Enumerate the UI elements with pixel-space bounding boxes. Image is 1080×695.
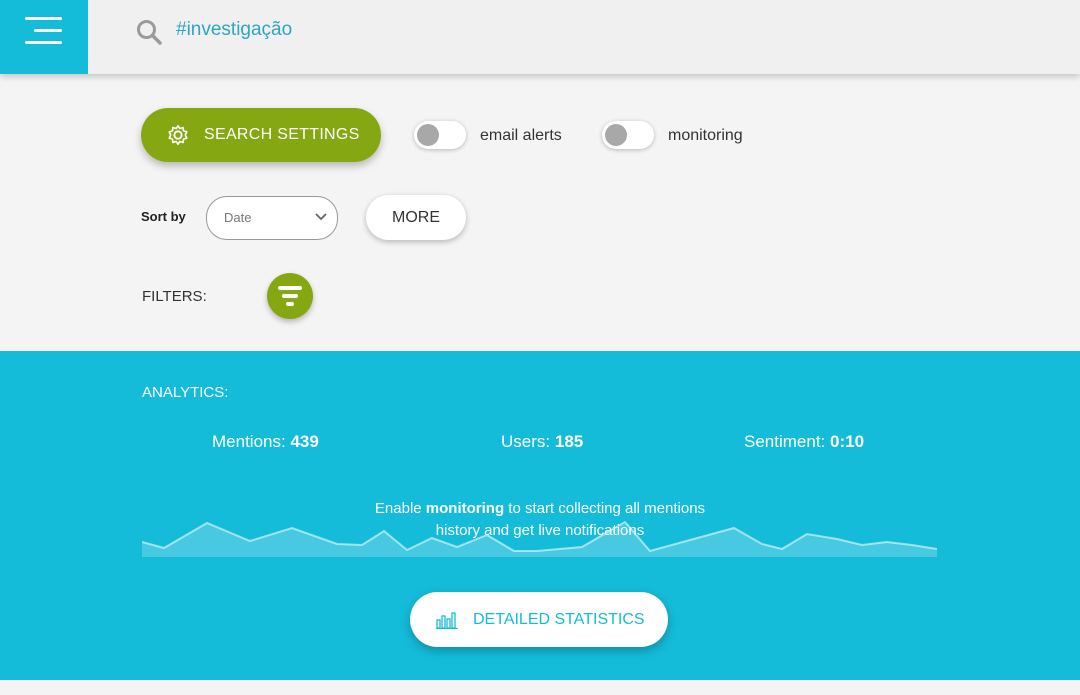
users-metric: Users: 185 xyxy=(501,432,583,452)
more-button[interactable]: MORE xyxy=(366,195,466,240)
menu-button[interactable] xyxy=(0,0,88,74)
analytics-panel: ANALYTICS: Mentions: 439 Users: 185 Sent… xyxy=(0,351,1080,680)
analytics-title: ANALYTICS: xyxy=(142,384,229,401)
users-label: Users: xyxy=(501,432,551,451)
search-icon[interactable] xyxy=(136,19,162,45)
search-settings-label: SEARCH SETTINGS xyxy=(204,126,360,143)
filters-label: FILTERS: xyxy=(142,288,207,305)
search-query[interactable]: #investigação xyxy=(176,19,292,41)
hamburger-line xyxy=(25,17,62,20)
monitoring-notice: Enable monitoring to start collecting al… xyxy=(374,500,706,539)
filter-button[interactable] xyxy=(267,273,313,319)
gear-icon xyxy=(168,125,188,145)
users-value: 185 xyxy=(554,432,584,451)
monitoring-label: monitoring xyxy=(668,127,743,144)
bottom-strip xyxy=(0,680,1080,695)
search-settings-button[interactable]: SEARCH SETTINGS xyxy=(141,108,381,162)
sort-select[interactable]: Date xyxy=(206,196,338,240)
email-alerts-toggle[interactable] xyxy=(414,121,466,149)
detailed-statistics-button[interactable]: DETAILED STATISTICS xyxy=(410,592,668,647)
mentions-value: 439 xyxy=(290,432,319,451)
sentiment-value: 0:10 xyxy=(830,432,865,451)
sort-select-value: Date xyxy=(224,210,252,225)
bar-chart-icon xyxy=(436,612,458,629)
notice-monitoring-word: monitoring xyxy=(425,500,505,517)
monitoring-toggle[interactable] xyxy=(602,121,654,149)
chevron-down-icon xyxy=(315,213,327,221)
email-alerts-label: email alerts xyxy=(480,127,562,144)
mentions-metric: Mentions: 439 xyxy=(212,432,319,452)
hamburger-line xyxy=(34,29,62,32)
sentiment-metric: Sentiment: 0:10 xyxy=(744,432,864,452)
mentions-label: Mentions: xyxy=(212,432,286,451)
toggle-knob xyxy=(605,124,627,146)
sentiment-label: Sentiment: xyxy=(744,432,826,451)
detailed-statistics-label: DETAILED STATISTICS xyxy=(473,611,645,628)
filter-icon xyxy=(278,286,302,306)
top-bar: #investigação xyxy=(0,0,1080,74)
sort-by-label: Sort by xyxy=(141,209,186,224)
hamburger-line xyxy=(25,41,62,44)
toggle-knob xyxy=(417,124,439,146)
